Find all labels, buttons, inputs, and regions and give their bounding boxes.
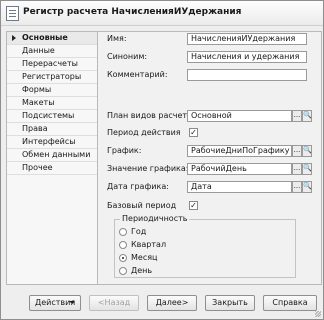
nav-item-recalculations[interactable]: Перерасчеты (7, 58, 97, 71)
nav-item-label: Формы (22, 85, 52, 94)
nav-item-label: Права (22, 124, 48, 133)
nav-item-data-exchange[interactable]: Обмен данными (7, 149, 97, 162)
schedule-open-icon[interactable]: 🔍 (302, 145, 312, 157)
comment-field[interactable] (187, 69, 307, 81)
nav-item-label: Подсистемы (22, 111, 75, 120)
periodicity-day-label[interactable]: День (131, 266, 152, 275)
schedule-value-label: Значение графика: (107, 164, 189, 173)
content-panel: Основные Данные Перерасчеты Регистраторы… (6, 31, 322, 285)
nav-item-rights[interactable]: Права (7, 123, 97, 136)
nav-item-label: Прочее (22, 163, 53, 172)
section-nav: Основные Данные Перерасчеты Регистраторы… (7, 32, 98, 284)
schedule-value-field[interactable]: РабочийДень (187, 163, 292, 175)
title-bar[interactable]: Регистр расчета НачисленияИУдержания (1, 1, 323, 26)
nav-item-main[interactable]: Основные (7, 32, 97, 45)
periodicity-quarter-label[interactable]: Квартал (131, 240, 166, 249)
nav-item-registrators[interactable]: Регистраторы (7, 71, 97, 84)
base-period-checkbox[interactable]: ✓ (189, 201, 198, 210)
plan-open-icon[interactable]: 🔍 (302, 110, 312, 122)
name-field[interactable]: НачисленияИУдержания (187, 33, 307, 45)
plan-pick-button[interactable]: ... (292, 110, 302, 122)
nav-item-label: Данные (22, 46, 55, 55)
current-section-arrow-icon (12, 35, 16, 41)
base-period-label: Базовый период (107, 201, 177, 210)
periodicity-month-label[interactable]: Месяц (131, 253, 157, 262)
plan-field[interactable]: Основной (187, 110, 292, 122)
schedule-value-pick-button[interactable]: ... (292, 163, 302, 175)
register-document-icon (6, 6, 19, 21)
nav-item-forms[interactable]: Формы (7, 84, 97, 97)
periodicity-day-radio[interactable] (119, 267, 127, 275)
nav-item-other[interactable]: Прочее (7, 162, 97, 175)
close-button[interactable]: Закрыть (205, 295, 255, 311)
resize-grip-icon[interactable] (315, 311, 321, 317)
nav-item-label: Регистраторы (22, 72, 82, 81)
schedule-field[interactable]: РабочиеДниПоГрафику (187, 145, 292, 157)
schedule-date-label: Дата графика: (107, 182, 169, 191)
synonym-label: Синоним: (107, 52, 148, 61)
window-title: Регистр расчета НачисленияИУдержания (23, 7, 242, 17)
nav-item-label: Обмен данными (22, 150, 91, 159)
schedule-date-field[interactable]: Дата (187, 181, 292, 193)
synonym-field[interactable]: Начисления и удержания (187, 51, 307, 63)
dialog-window: Регистр расчета НачисленияИУдержания Осн… (0, 0, 324, 320)
next-button[interactable]: Далее> (147, 295, 197, 311)
name-label: Имя: (107, 34, 127, 43)
periodicity-month-radio[interactable] (119, 254, 127, 262)
nav-item-interfaces[interactable]: Интерфейсы (7, 136, 97, 149)
nav-item-data[interactable]: Данные (7, 45, 97, 58)
schedule-value-open-icon[interactable]: 🔍 (302, 163, 312, 175)
period-action-label: Период действия (107, 128, 181, 137)
nav-item-label: Перерасчеты (22, 59, 78, 68)
schedule-pick-button[interactable]: ... (292, 145, 302, 157)
plan-label: План видов расчета: (107, 111, 195, 120)
nav-item-templates[interactable]: Макеты (7, 97, 97, 110)
periodicity-quarter-radio[interactable] (119, 241, 127, 249)
nav-item-label: Макеты (22, 98, 55, 107)
periodicity-year-radio[interactable] (119, 228, 127, 236)
schedule-label: График: (107, 146, 142, 155)
help-button[interactable]: Справка (263, 295, 317, 311)
schedule-date-open-icon[interactable]: 🔍 (302, 181, 312, 193)
period-action-checkbox[interactable]: ✓ (189, 128, 198, 137)
chevron-down-icon (69, 301, 75, 304)
nav-item-label: Интерфейсы (22, 137, 76, 146)
comment-label: Комментарий: (107, 70, 168, 79)
nav-item-label: Основные (22, 33, 68, 42)
periodicity-title: Периодичность (120, 214, 190, 223)
back-button[interactable]: <Назад (89, 295, 139, 311)
nav-item-subsystems[interactable]: Подсистемы (7, 110, 97, 123)
periodicity-year-label[interactable]: Год (131, 227, 146, 236)
schedule-date-pick-button[interactable]: ... (292, 181, 302, 193)
